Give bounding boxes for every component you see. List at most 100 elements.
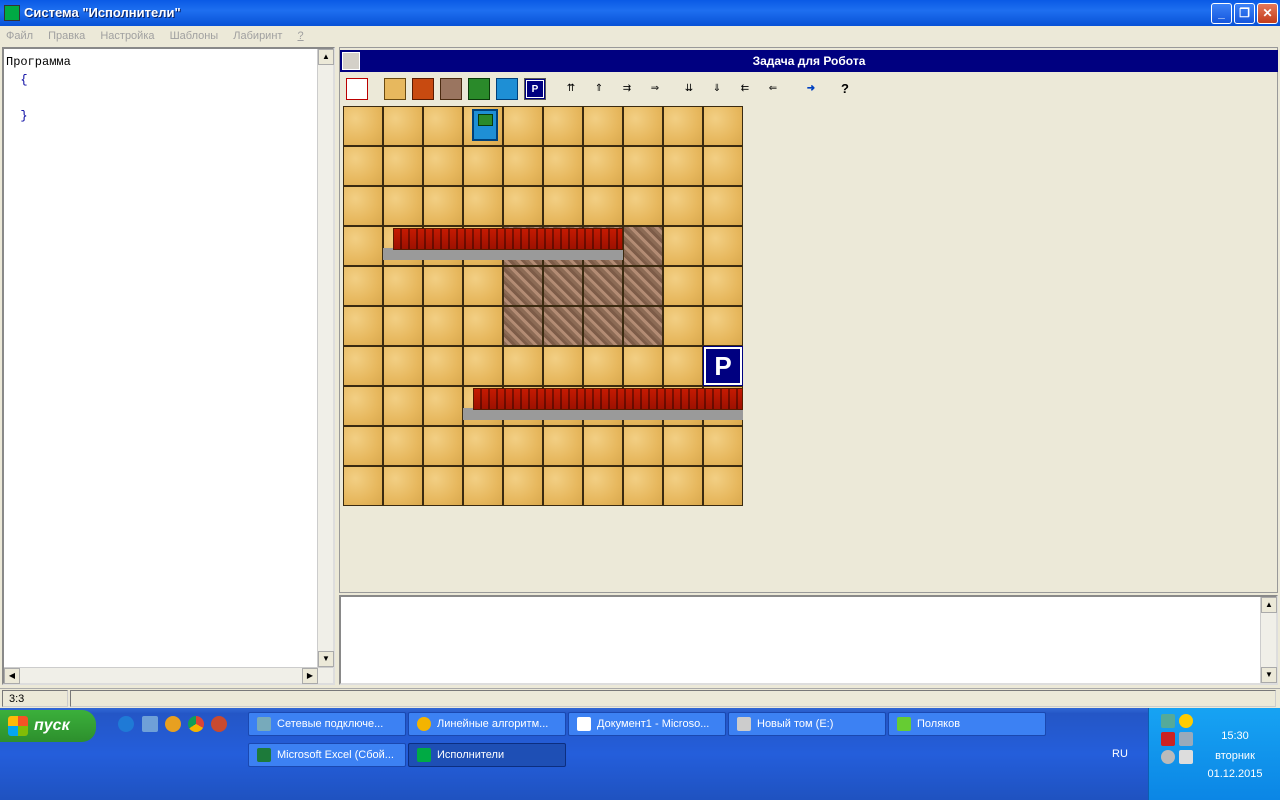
tray-network-icon[interactable] bbox=[1161, 714, 1175, 728]
field-cell[interactable] bbox=[343, 306, 383, 346]
field-cell[interactable] bbox=[423, 466, 463, 506]
tray-update-icon[interactable] bbox=[1179, 714, 1193, 728]
down-rule-icon[interactable]: ⇊ bbox=[678, 78, 700, 100]
field-cell[interactable] bbox=[703, 466, 743, 506]
field-cell[interactable] bbox=[343, 346, 383, 386]
field-cell[interactable] bbox=[703, 266, 743, 306]
field-cell[interactable] bbox=[423, 306, 463, 346]
field-cell[interactable] bbox=[663, 186, 703, 226]
up-rule-icon[interactable]: ⇈ bbox=[560, 78, 582, 100]
field-cell[interactable] bbox=[583, 346, 623, 386]
field-cell[interactable] bbox=[703, 146, 743, 186]
field-cell[interactable] bbox=[503, 146, 543, 186]
field-cell[interactable] bbox=[663, 226, 703, 266]
field-cell[interactable] bbox=[463, 146, 503, 186]
brick-wall[interactable] bbox=[473, 388, 743, 410]
field-cell[interactable] bbox=[463, 346, 503, 386]
field-cell[interactable] bbox=[663, 426, 703, 466]
wall-icon[interactable] bbox=[412, 78, 434, 100]
field-cell[interactable] bbox=[663, 346, 703, 386]
parking-icon[interactable]: P bbox=[524, 78, 546, 100]
paint-icon[interactable] bbox=[440, 78, 462, 100]
field-cell[interactable] bbox=[703, 226, 743, 266]
painted-cell[interactable] bbox=[583, 306, 623, 346]
task-drive[interactable]: Новый том (E:) bbox=[728, 712, 886, 736]
field-cell[interactable] bbox=[343, 466, 383, 506]
field-cell[interactable] bbox=[383, 426, 423, 466]
field-cell[interactable] bbox=[623, 146, 663, 186]
field-cell[interactable] bbox=[543, 426, 583, 466]
tray-x-icon[interactable] bbox=[1179, 732, 1193, 746]
task-polyakov[interactable]: Поляков bbox=[888, 712, 1046, 736]
output-scroll-up-icon[interactable]: ▲ bbox=[1261, 597, 1277, 613]
field-cell[interactable] bbox=[423, 346, 463, 386]
menu-edit[interactable]: Правка bbox=[48, 26, 85, 46]
program-editor[interactable]: Программа { } ▲ ▼ ◀ ▶ bbox=[2, 47, 335, 685]
field-cell[interactable] bbox=[623, 346, 663, 386]
left-rule-icon[interactable]: ⇇ bbox=[734, 78, 756, 100]
close-button[interactable]: ✕ bbox=[1257, 3, 1278, 24]
start-button[interactable]: пуск bbox=[0, 710, 96, 742]
desktop-icon[interactable] bbox=[142, 716, 158, 732]
tray-shield-icon[interactable] bbox=[1161, 732, 1175, 746]
field-cell[interactable] bbox=[503, 106, 543, 146]
up-step-icon[interactable]: ⇑ bbox=[588, 78, 610, 100]
field-cell[interactable] bbox=[703, 186, 743, 226]
menu-labyrinth[interactable]: Лабиринт bbox=[233, 26, 282, 46]
panel-system-icon[interactable] bbox=[342, 52, 360, 70]
editor-horizontal-scrollbar[interactable]: ◀ ▶ bbox=[4, 667, 333, 684]
exit-icon[interactable]: ➜ bbox=[800, 78, 822, 100]
field-cell[interactable] bbox=[543, 186, 583, 226]
painted-cell[interactable] bbox=[623, 306, 663, 346]
editor-vertical-scrollbar[interactable]: ▲ ▼ bbox=[317, 49, 334, 683]
help-icon[interactable]: ? bbox=[834, 78, 856, 100]
task-chrome[interactable]: Линейные алгоритм... bbox=[408, 712, 566, 736]
task-network[interactable]: Сетевые подключе... bbox=[248, 712, 406, 736]
field-cell[interactable] bbox=[703, 106, 743, 146]
scroll-right-icon[interactable]: ▶ bbox=[302, 668, 318, 684]
sand-icon[interactable] bbox=[384, 78, 406, 100]
clock-time[interactable]: 15:30 bbox=[1193, 730, 1277, 742]
menu-templates[interactable]: Шаблоны bbox=[170, 26, 219, 46]
field-cell[interactable] bbox=[383, 266, 423, 306]
field-cell[interactable] bbox=[503, 186, 543, 226]
language-indicator[interactable]: RU bbox=[1112, 748, 1128, 760]
chrome-icon[interactable] bbox=[188, 716, 204, 732]
field-cell[interactable] bbox=[383, 386, 423, 426]
field-cell[interactable] bbox=[343, 386, 383, 426]
field-cell[interactable] bbox=[703, 426, 743, 466]
field-cell[interactable] bbox=[423, 426, 463, 466]
field-cell[interactable] bbox=[663, 106, 703, 146]
brick-wall[interactable] bbox=[393, 228, 623, 250]
title-bar[interactable]: Система "Исполнители" _ ❐ ✕ bbox=[0, 0, 1280, 26]
field-cell[interactable] bbox=[343, 426, 383, 466]
field-cell[interactable] bbox=[583, 186, 623, 226]
tree-icon[interactable] bbox=[468, 78, 490, 100]
field-cell[interactable] bbox=[423, 266, 463, 306]
tray-monitor-icon[interactable] bbox=[1179, 750, 1193, 764]
right-step-icon[interactable]: ⇒ bbox=[644, 78, 666, 100]
field-cell[interactable] bbox=[423, 386, 463, 426]
field-cell[interactable] bbox=[463, 466, 503, 506]
left-step-icon[interactable]: ⇐ bbox=[762, 78, 784, 100]
field-cell[interactable] bbox=[463, 186, 503, 226]
field-cell[interactable] bbox=[623, 466, 663, 506]
task-executors[interactable]: Исполнители bbox=[408, 743, 566, 767]
scroll-up-icon[interactable]: ▲ bbox=[318, 49, 334, 65]
field-cell[interactable] bbox=[583, 146, 623, 186]
field-cell[interactable] bbox=[503, 466, 543, 506]
parking-cell[interactable]: P bbox=[703, 346, 743, 386]
robot-icon[interactable] bbox=[472, 109, 498, 141]
task-word[interactable]: Документ1 - Microso... bbox=[568, 712, 726, 736]
field-cell[interactable] bbox=[663, 146, 703, 186]
scroll-left-icon[interactable]: ◀ bbox=[4, 668, 20, 684]
field-cell[interactable] bbox=[543, 146, 583, 186]
painted-cell[interactable] bbox=[503, 266, 543, 306]
field-cell[interactable] bbox=[623, 106, 663, 146]
field-cell[interactable] bbox=[663, 306, 703, 346]
field-cell[interactable] bbox=[383, 466, 423, 506]
robot-icon[interactable] bbox=[496, 78, 518, 100]
field-cell[interactable] bbox=[423, 106, 463, 146]
field-cell[interactable] bbox=[463, 266, 503, 306]
ie-icon[interactable] bbox=[118, 716, 134, 732]
